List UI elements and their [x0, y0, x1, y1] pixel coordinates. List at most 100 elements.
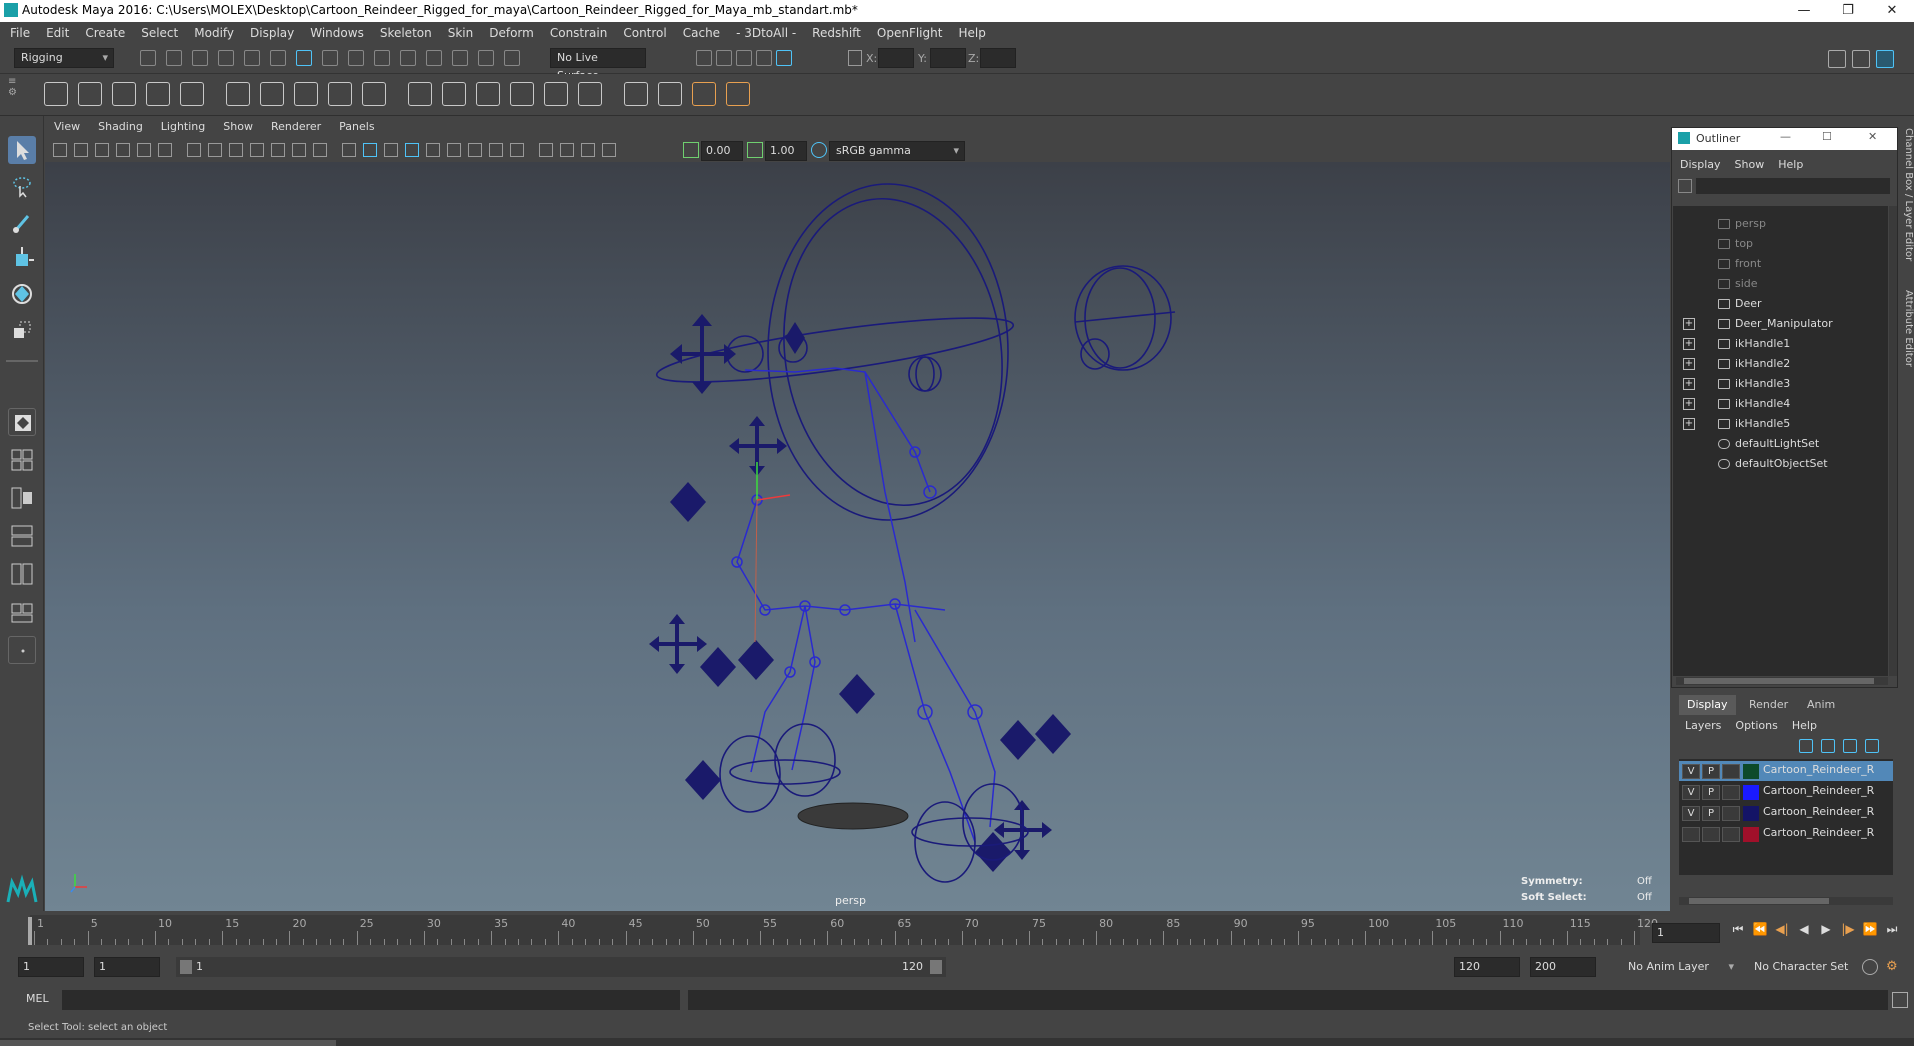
hypershade-icon[interactable]: [776, 50, 792, 66]
outliner-item[interactable]: + Deer_Manipulator: [1673, 314, 1883, 334]
expand-icon[interactable]: +: [1683, 378, 1695, 390]
layer-visibility-toggle[interactable]: V: [1682, 785, 1700, 800]
menu-display[interactable]: Display: [250, 26, 294, 40]
command-input[interactable]: [62, 990, 680, 1010]
layer-row[interactable]: VP Cartoon_Reindeer_Rigged: [1679, 782, 1893, 802]
snap-surface-icon[interactable]: [452, 50, 468, 66]
menu-constrain[interactable]: Constrain: [550, 26, 608, 40]
outliner-item[interactable]: persp: [1673, 214, 1883, 234]
xray-active-icon[interactable]: [581, 143, 595, 157]
single-perspective-layout-icon[interactable]: [8, 408, 36, 436]
color-space-dropdown[interactable]: sRGB gamma ▾: [829, 141, 965, 161]
point-constraint-icon[interactable]: [442, 82, 466, 106]
snap-view-icon[interactable]: [426, 50, 442, 66]
layer-row[interactable]: VP Cartoon_Reindeer_Rigged: [1679, 803, 1893, 823]
new-layer-selected-icon[interactable]: [1865, 739, 1879, 753]
cluster-icon[interactable]: [692, 82, 716, 106]
outliner-search-field[interactable]: [1696, 178, 1890, 194]
outliner-item[interactable]: top: [1673, 234, 1883, 254]
outliner-item[interactable]: front: [1673, 254, 1883, 274]
menu-skin[interactable]: Skin: [448, 26, 474, 40]
script-language-label[interactable]: MEL: [26, 992, 49, 1005]
smooth-shade-icon[interactable]: [363, 143, 377, 157]
open-scene-icon[interactable]: [166, 50, 182, 66]
camera-attributes-icon[interactable]: [74, 143, 88, 157]
auto-key-icon[interactable]: [1862, 959, 1878, 975]
move-layer-up-icon[interactable]: [1799, 739, 1813, 753]
x-field[interactable]: [878, 48, 914, 68]
layer-playback-toggle[interactable]: P: [1702, 764, 1720, 779]
expand-icon[interactable]: +: [1683, 418, 1695, 430]
animation-start-field[interactable]: 1: [18, 957, 84, 977]
add-influence-icon[interactable]: [362, 82, 386, 106]
isolate-select-icon[interactable]: [539, 143, 553, 157]
panel-menu-renderer[interactable]: Renderer: [271, 120, 321, 138]
redo-icon[interactable]: [244, 50, 260, 66]
playback-end-field[interactable]: 120: [1454, 957, 1520, 977]
layer-row[interactable]: VP Cartoon_Reindeer_Rigged: [1679, 761, 1893, 781]
layer-display-type[interactable]: [1722, 764, 1740, 779]
blend-shape-icon[interactable]: [624, 82, 648, 106]
expand-icon[interactable]: +: [1683, 338, 1695, 350]
menu-cache[interactable]: Cache: [683, 26, 720, 40]
layer-menu-options[interactable]: Options: [1735, 719, 1777, 732]
menu-control[interactable]: Control: [623, 26, 666, 40]
script-editor-icon[interactable]: [1892, 992, 1908, 1008]
menu-create[interactable]: Create: [85, 26, 125, 40]
aim-constraint-icon[interactable]: [544, 82, 568, 106]
outliner-hscrollbar[interactable]: [1676, 677, 1888, 685]
select-object-icon[interactable]: [296, 50, 312, 66]
layer-tab-render[interactable]: Render: [1741, 695, 1796, 715]
layer-editor-toggle-icon[interactable]: [1876, 50, 1894, 68]
range-slider-bar[interactable]: 1 120: [176, 957, 946, 977]
panel-menu-lighting[interactable]: Lighting: [161, 120, 205, 138]
expand-icon[interactable]: +: [1683, 318, 1695, 330]
persp-outliner-layout-icon[interactable]: [8, 522, 36, 550]
outliner-menu-display[interactable]: Display: [1680, 158, 1721, 171]
parent-constraint-icon[interactable]: [408, 82, 432, 106]
attribute-editor-tab[interactable]: Attribute Editor: [1900, 290, 1914, 380]
channel-box-tab[interactable]: Channel Box / Layer Editor: [1900, 128, 1914, 278]
outliner-item[interactable]: + ikHandle2: [1673, 354, 1883, 374]
layer-playback-toggle[interactable]: P: [1702, 785, 1720, 800]
outliner-vscrollbar[interactable]: [1889, 206, 1897, 676]
ipr-render-icon[interactable]: [736, 50, 752, 66]
outliner-item[interactable]: + ikHandle3: [1673, 374, 1883, 394]
ik-handle-icon[interactable]: [78, 82, 102, 106]
layer-display-type[interactable]: [1722, 827, 1740, 842]
bookmark-icon[interactable]: [95, 143, 109, 157]
layer-menu-layers[interactable]: Layers: [1685, 719, 1721, 732]
menu-3dtoall[interactable]: - 3DtoAll -: [736, 26, 796, 40]
layer-hscrollbar[interactable]: [1679, 897, 1893, 905]
render-view-icon[interactable]: [696, 50, 712, 66]
render-settings-icon[interactable]: [756, 50, 772, 66]
go-to-start-icon[interactable]: ⏮: [1730, 921, 1746, 937]
filter-icon[interactable]: [1678, 179, 1692, 193]
layer-menu-help[interactable]: Help: [1792, 719, 1817, 732]
select-component-icon[interactable]: [322, 50, 338, 66]
outliner-item[interactable]: + ikHandle5: [1673, 414, 1883, 434]
hud-icon[interactable]: [602, 143, 616, 157]
more-layouts-icon[interactable]: [8, 636, 36, 664]
orient-joint-icon[interactable]: [226, 82, 250, 106]
expand-icon[interactable]: +: [1683, 358, 1695, 370]
smooth-bind-icon[interactable]: [294, 82, 318, 106]
gate-mask-icon[interactable]: [250, 143, 264, 157]
menu-redshift[interactable]: Redshift: [812, 26, 861, 40]
menu-modify[interactable]: Modify: [194, 26, 234, 40]
bind-skin-icon[interactable]: [260, 82, 284, 106]
xray-joints-icon[interactable]: [560, 143, 574, 157]
z-field[interactable]: [980, 48, 1016, 68]
layer-tab-anim[interactable]: Anim: [1799, 695, 1843, 715]
save-scene-icon[interactable]: [192, 50, 208, 66]
xray-icon[interactable]: [405, 143, 419, 157]
hscroll-thumb[interactable]: [1689, 898, 1829, 904]
maximize-icon[interactable]: ☐: [1822, 130, 1832, 143]
attribute-editor-toggle-icon[interactable]: [1852, 50, 1870, 68]
y-field[interactable]: [930, 48, 966, 68]
restore-button[interactable]: ❐: [1826, 0, 1870, 22]
lattice-icon[interactable]: [658, 82, 682, 106]
exposure-field[interactable]: 0.00: [701, 141, 743, 161]
shadows-icon[interactable]: [447, 143, 461, 157]
persp-graph-layout-icon[interactable]: [8, 484, 36, 512]
